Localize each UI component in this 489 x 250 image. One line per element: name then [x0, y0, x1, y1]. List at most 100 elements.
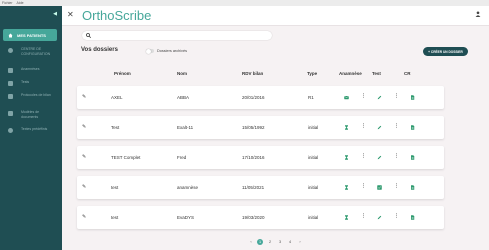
edit-test-icon[interactable] [377, 155, 382, 160]
cell-prenom: Test [111, 125, 120, 130]
hourglass-icon[interactable] [344, 215, 349, 220]
document-icon[interactable] [410, 215, 415, 220]
sidebar-item-modeles[interactable]: Modèles de documents [8, 110, 53, 119]
sidebar-item-protocoles[interactable]: Protocoles de bilan [8, 93, 53, 99]
hourglass-icon[interactable] [344, 185, 349, 190]
column-header-anamnese[interactable]: Anamnèse [339, 71, 362, 76]
column-header-type[interactable]: Type [307, 71, 317, 76]
home-icon [8, 33, 13, 37]
more-options-icon[interactable]: ⋮ [361, 123, 366, 129]
table-row[interactable]: ✎ Test Exalt-11 15/05/1992 initial ⋮ ⋮ [77, 116, 444, 139]
user-icon[interactable] [475, 11, 481, 19]
table-row[interactable]: ✎ TEST Complet Fred 17/10/2016 initial ⋮… [77, 146, 444, 169]
more-options-icon[interactable]: ⋮ [361, 213, 366, 219]
checked-test-icon[interactable] [377, 185, 382, 190]
more-options-icon[interactable]: ⋮ [394, 123, 399, 129]
column-header-nom[interactable]: Nom [177, 71, 187, 76]
sidebar-item-label: Anamnèses [21, 67, 40, 71]
sidebar-item-label: CENTRE DE CONFIGURATION [21, 47, 51, 56]
cell-prenom: test [111, 215, 119, 220]
cell-nom: Exalt-11 [177, 125, 194, 130]
edit-icon[interactable]: ✎ [82, 154, 86, 160]
cell-type: initial [308, 185, 319, 190]
sidebar-item-mes-patients[interactable]: MES PATIENTS [3, 29, 57, 41]
more-options-icon[interactable]: ⋮ [394, 153, 399, 159]
cell-type: initial [308, 125, 319, 130]
cell-type: initial [308, 215, 319, 220]
column-header-test[interactable]: Test [372, 71, 381, 76]
more-options-icon[interactable]: ⋮ [394, 183, 399, 189]
cell-type: R1 [308, 95, 314, 100]
email-icon[interactable] [344, 95, 349, 100]
create-folder-button[interactable]: + CRÉER UN DOSSIER [423, 47, 468, 56]
sidebar-item-label: MES PATIENTS [17, 32, 46, 38]
cell-nom: Fred [177, 155, 187, 160]
table-row[interactable]: ✎ test EvaDYS 19/03/2020 initial ⋮ ⋮ [77, 206, 444, 229]
more-options-icon[interactable]: ⋮ [394, 213, 399, 219]
edit-test-icon[interactable] [377, 215, 382, 220]
column-header-rdv[interactable]: RDV bilan [242, 71, 263, 76]
more-options-icon[interactable]: ⋮ [361, 93, 366, 99]
edit-icon[interactable]: ✎ [82, 94, 86, 100]
test-icon [8, 81, 13, 86]
pagination-page-4[interactable]: 4 [287, 239, 293, 245]
gear-icon [8, 48, 13, 53]
menu-fichier[interactable]: Fichier [2, 1, 13, 5]
column-header-cr[interactable]: CR [404, 71, 411, 76]
edit-icon[interactable]: ✎ [82, 124, 86, 130]
header: ✕ OrthoScribe [62, 6, 489, 26]
more-options-icon[interactable]: ⋮ [361, 153, 366, 159]
table-row[interactable]: ✎ AXEL ABBA 20/01/2016 R1 ⋮ ⋮ [77, 86, 444, 109]
column-header-prenom[interactable]: Prénom [114, 71, 131, 76]
edit-test-icon[interactable] [377, 95, 382, 100]
table-row[interactable]: ✎ test anamnèse 11/05/2021 initial ⋮ ⋮ [77, 176, 444, 199]
cell-nom: anamnèse [177, 185, 199, 190]
cell-nom: EvaDYS [177, 215, 195, 220]
document-icon[interactable] [410, 125, 415, 130]
sidebar-item-anamneses[interactable]: Anamnèses [8, 67, 53, 73]
search-icon [86, 33, 91, 38]
search-bar[interactable] [82, 31, 272, 40]
cell-nom: ABBA [177, 95, 190, 100]
protocol-icon [8, 94, 13, 99]
anamnese-icon [8, 68, 13, 73]
sidebar-item-label: Protocoles de bilan [21, 93, 51, 97]
document-icon[interactable] [410, 155, 415, 160]
edit-icon[interactable]: ✎ [82, 214, 86, 220]
edit-icon[interactable]: ✎ [82, 184, 86, 190]
sidebar: ◀ MES PATIENTS CENTRE DE CONFIGURATION A… [0, 6, 62, 250]
archived-toggle-label: Dossiers archivés [157, 49, 187, 53]
sidebar-item-tests[interactable]: Tests [8, 80, 53, 86]
sidebar-item-configuration[interactable]: CENTRE DE CONFIGURATION [8, 47, 53, 56]
pagination-prev[interactable]: ‹ [248, 239, 254, 245]
text-icon [8, 128, 13, 133]
cell-prenom: TEST Complet [111, 155, 141, 160]
pagination-page-2[interactable]: 2 [267, 239, 273, 245]
edit-test-icon[interactable] [377, 125, 382, 130]
sidebar-item-label: Modèles de documents [21, 110, 40, 119]
cell-rdv: 15/05/1992 [242, 125, 265, 130]
close-icon[interactable]: ✕ [67, 10, 74, 19]
cell-rdv: 11/05/2021 [242, 185, 265, 190]
cell-rdv: 20/01/2016 [242, 95, 265, 100]
cell-rdv: 19/03/2020 [242, 215, 265, 220]
sidebar-item-textes[interactable]: Textes prédéfinis [8, 127, 53, 133]
document-icon[interactable] [410, 95, 415, 100]
menu-aide[interactable]: Aide [17, 1, 24, 5]
more-options-icon[interactable]: ⋮ [394, 93, 399, 99]
search-input[interactable] [94, 33, 264, 38]
cell-prenom: test [111, 185, 119, 190]
app-logo: OrthoScribe [82, 8, 152, 23]
pagination-next[interactable]: › [297, 239, 303, 245]
document-icon [8, 111, 13, 116]
sidebar-item-label: Textes prédéfinis [21, 127, 48, 131]
hourglass-icon[interactable] [344, 155, 349, 160]
hourglass-icon[interactable] [344, 125, 349, 130]
sidebar-item-label: Tests [21, 80, 30, 84]
document-icon[interactable] [410, 185, 415, 190]
more-options-icon[interactable]: ⋮ [361, 183, 366, 189]
pagination-page-1[interactable]: 1 [257, 239, 263, 245]
collapse-sidebar-icon[interactable]: ◀ [53, 11, 57, 17]
pagination-page-3[interactable]: 3 [277, 239, 283, 245]
archived-toggle[interactable] [146, 48, 154, 54]
